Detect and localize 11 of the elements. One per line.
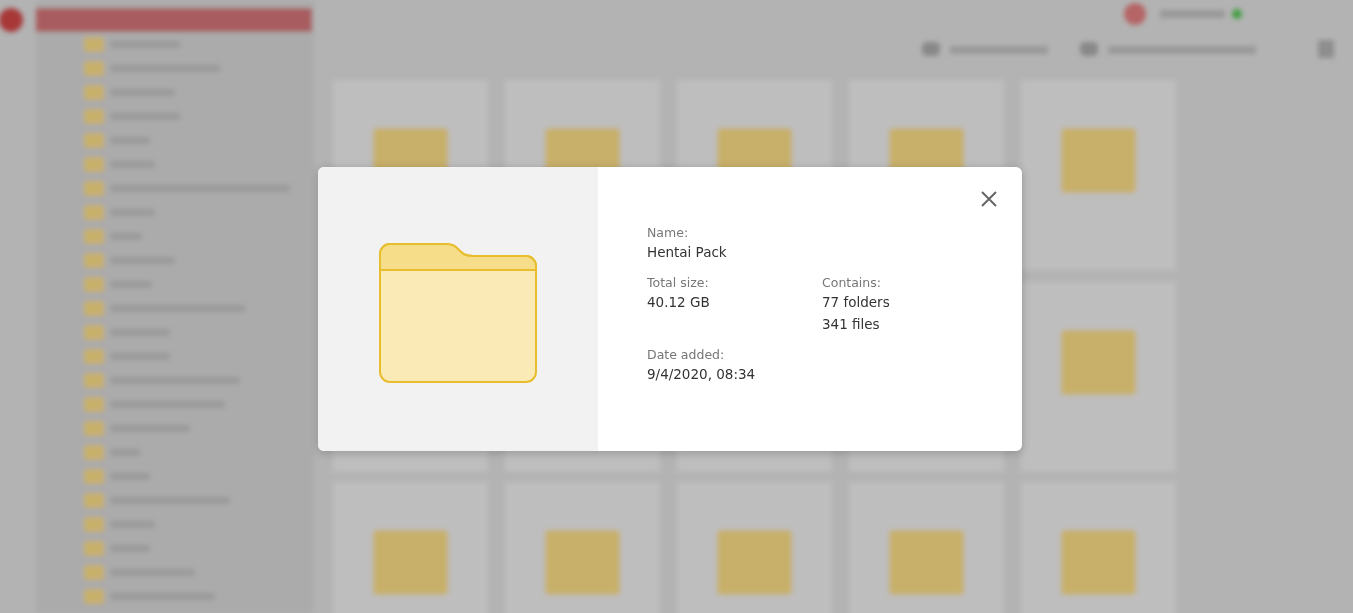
field-value: 40.12 GB — [647, 293, 711, 312]
field-label: Name: — [647, 225, 690, 241]
field-label: Contains: — [822, 275, 882, 291]
field-label: Date added: — [647, 347, 726, 363]
folder-icon — [379, 241, 537, 383]
close-button[interactable] — [980, 190, 998, 208]
field-value: Hentai Pack — [647, 243, 728, 262]
field-value: 9/4/2020, 08:34 — [647, 365, 757, 384]
field-label: Total size: — [647, 275, 710, 291]
field-value: 77 folders — [822, 293, 891, 312]
field-value: 341 files — [822, 315, 881, 334]
